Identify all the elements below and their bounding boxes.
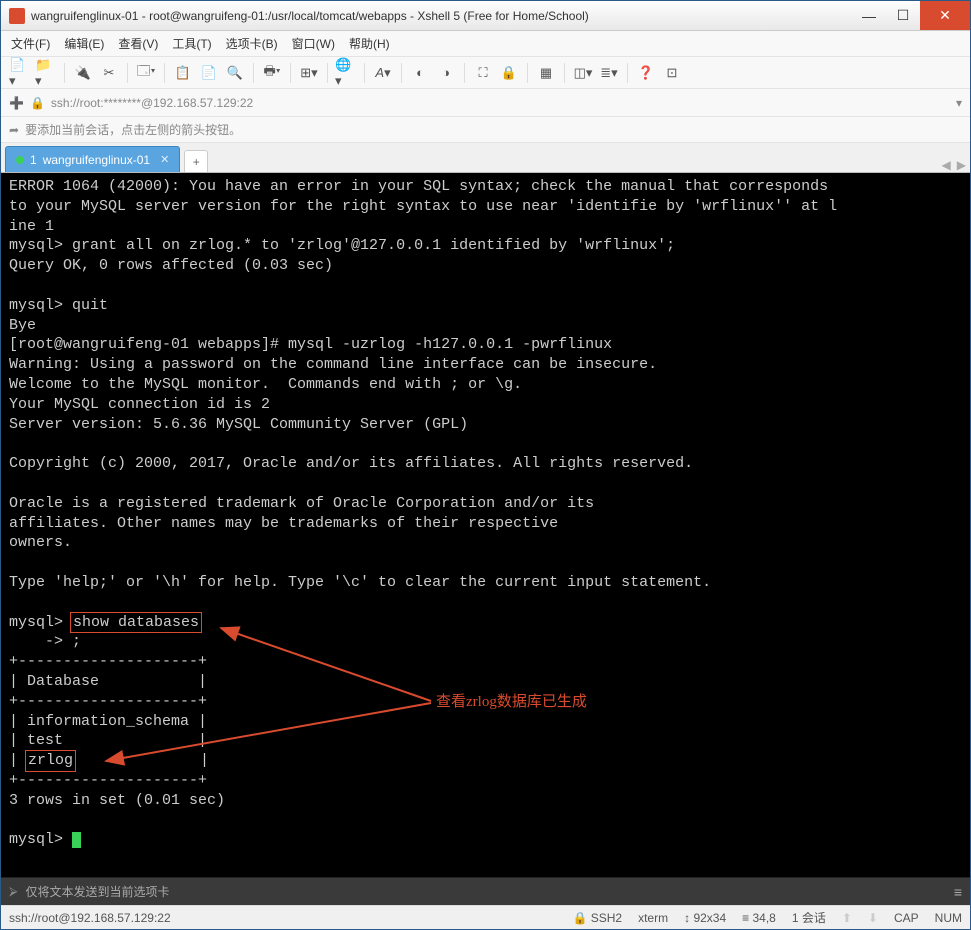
tab-prev-icon[interactable]: ◀ (942, 158, 951, 172)
tile-icon[interactable]: ▦ (535, 62, 557, 84)
separator (464, 63, 465, 83)
status-cursor: ≡ 34,8 (742, 911, 776, 925)
separator (64, 63, 65, 83)
tab-close-icon[interactable]: ✕ (160, 153, 169, 166)
list-icon[interactable]: ≣▾ (598, 62, 620, 84)
terminal[interactable]: ERROR 1064 (42000): You have an error in… (1, 173, 970, 877)
separator (527, 63, 528, 83)
tab-next-icon[interactable]: ▶ (957, 158, 966, 172)
menubar: 文件(F) 编辑(E) 查看(V) 工具(T) 选项卡(B) 窗口(W) 帮助(… (1, 31, 970, 57)
addr-dropdown-icon[interactable]: ▾ (956, 96, 962, 110)
status-sessions: 1 会话 (792, 909, 826, 926)
status-bar: ssh://root@192.168.57.129:22 🔒 SSH2 xter… (1, 905, 970, 929)
annotation-text: 查看zrlog数据库已生成 (436, 693, 587, 713)
highlight-show-databases: show databases (70, 612, 202, 634)
separator (253, 63, 254, 83)
font-icon[interactable]: A▾ (372, 62, 394, 84)
menu-view[interactable]: 查看(V) (118, 35, 158, 52)
titlebar[interactable]: wangruifenglinux-01 - root@wangruifeng-0… (1, 1, 970, 31)
menu-edit[interactable]: 编辑(E) (64, 35, 104, 52)
separator (164, 63, 165, 83)
reconnect-icon[interactable]: 🔌 (72, 62, 94, 84)
close-button[interactable]: ✕ (920, 1, 970, 30)
gallery-icon[interactable]: ◫▾ (572, 62, 594, 84)
separator (127, 63, 128, 83)
send-icon: ⮚ (9, 884, 18, 899)
status-proto: 🔒 SSH2 (572, 911, 622, 925)
layout-icon[interactable]: ⊞▾ (298, 62, 320, 84)
menu-window[interactable]: 窗口(W) (292, 35, 335, 52)
disconnect-icon[interactable]: ✂ (98, 62, 120, 84)
status-dot-icon (16, 156, 24, 164)
addr-url[interactable]: ssh://root:********@192.168.57.129:22 (51, 96, 253, 110)
web-icon[interactable]: 🌐▾ (335, 62, 357, 84)
minimize-button[interactable]: — (852, 1, 886, 30)
tab-nav: ◀ ▶ (942, 158, 966, 172)
about-icon[interactable]: ⊡ (661, 62, 683, 84)
properties-icon[interactable]: 🗔▾ (135, 62, 157, 84)
lock-icon[interactable]: 🔒 (498, 62, 520, 84)
address-bar: ➕ 🔒 ssh://root:********@192.168.57.129:2… (1, 89, 970, 117)
tab-add-button[interactable]: + (184, 150, 208, 172)
addr-plus-icon[interactable]: ➕ (9, 96, 24, 110)
paste-icon[interactable]: 📄 (198, 62, 220, 84)
print-icon[interactable]: 🖶▾ (261, 62, 283, 84)
addr-lock-icon: 🔒 (30, 96, 45, 110)
toolbar: 📄▾ 📁▾ 🔌 ✂ 🗔▾ 📋 📄 🔍 🖶▾ ⊞▾ 🌐▾ A▾ ◐ ◑ ⛶ 🔒 ▦… (1, 57, 970, 89)
separator (327, 63, 328, 83)
status-up-icon: ⬆ (842, 911, 852, 925)
window-controls: — ☐ ✕ (852, 1, 970, 30)
send-hint: 仅将文本发送到当前选项卡 (26, 883, 170, 900)
menu-tab[interactable]: 选项卡(B) (226, 35, 278, 52)
fullscreen-icon[interactable]: ⛶ (472, 62, 494, 84)
status-connection: ssh://root@192.168.57.129:22 (9, 911, 556, 925)
tab-index: 1 (30, 153, 37, 167)
status-size: ↕ 92x34 (684, 911, 726, 925)
help-icon[interactable]: ❓ (635, 62, 657, 84)
separator (627, 63, 628, 83)
session-tab[interactable]: 1 wangruifenglinux-01 ✕ (5, 146, 180, 172)
hint-bar: ➦ 要添加当前会话，点击左侧的箭头按钮。 (1, 117, 970, 143)
copy-icon[interactable]: 📋 (172, 62, 194, 84)
new-icon[interactable]: 📄▾ (9, 62, 31, 84)
color-icon[interactable]: ◐ (409, 62, 431, 84)
menu-tools[interactable]: 工具(T) (172, 35, 211, 52)
highlight-zrlog: zrlog (25, 750, 76, 772)
separator (290, 63, 291, 83)
status-caps: CAP (894, 911, 919, 925)
theme-icon[interactable]: ◑ (435, 62, 457, 84)
open-icon[interactable]: 📁▾ (35, 62, 57, 84)
cursor (72, 832, 81, 848)
window-title: wangruifenglinux-01 - root@wangruifeng-0… (31, 9, 852, 23)
menu-file[interactable]: 文件(F) (11, 35, 50, 52)
status-term: xterm (638, 911, 668, 925)
annotation-arrows (1, 173, 961, 873)
hint-text: 要添加当前会话，点击左侧的箭头按钮。 (25, 121, 241, 138)
app-window: wangruifenglinux-01 - root@wangruifeng-0… (0, 0, 971, 930)
send-menu-icon[interactable]: ≡ (954, 884, 962, 900)
separator (401, 63, 402, 83)
search-icon[interactable]: 🔍 (224, 62, 246, 84)
tab-label: wangruifenglinux-01 (43, 153, 150, 167)
menu-help[interactable]: 帮助(H) (349, 35, 390, 52)
status-down-icon: ⬇ (868, 911, 878, 925)
send-bar[interactable]: ⮚ 仅将文本发送到当前选项卡 ≡ (1, 877, 970, 905)
app-icon (9, 8, 25, 24)
maximize-button[interactable]: ☐ (886, 1, 920, 30)
separator (564, 63, 565, 83)
separator (364, 63, 365, 83)
tab-bar: 1 wangruifenglinux-01 ✕ + ◀ ▶ (1, 143, 970, 173)
status-num: NUM (935, 911, 962, 925)
hint-icon[interactable]: ➦ (9, 123, 19, 137)
